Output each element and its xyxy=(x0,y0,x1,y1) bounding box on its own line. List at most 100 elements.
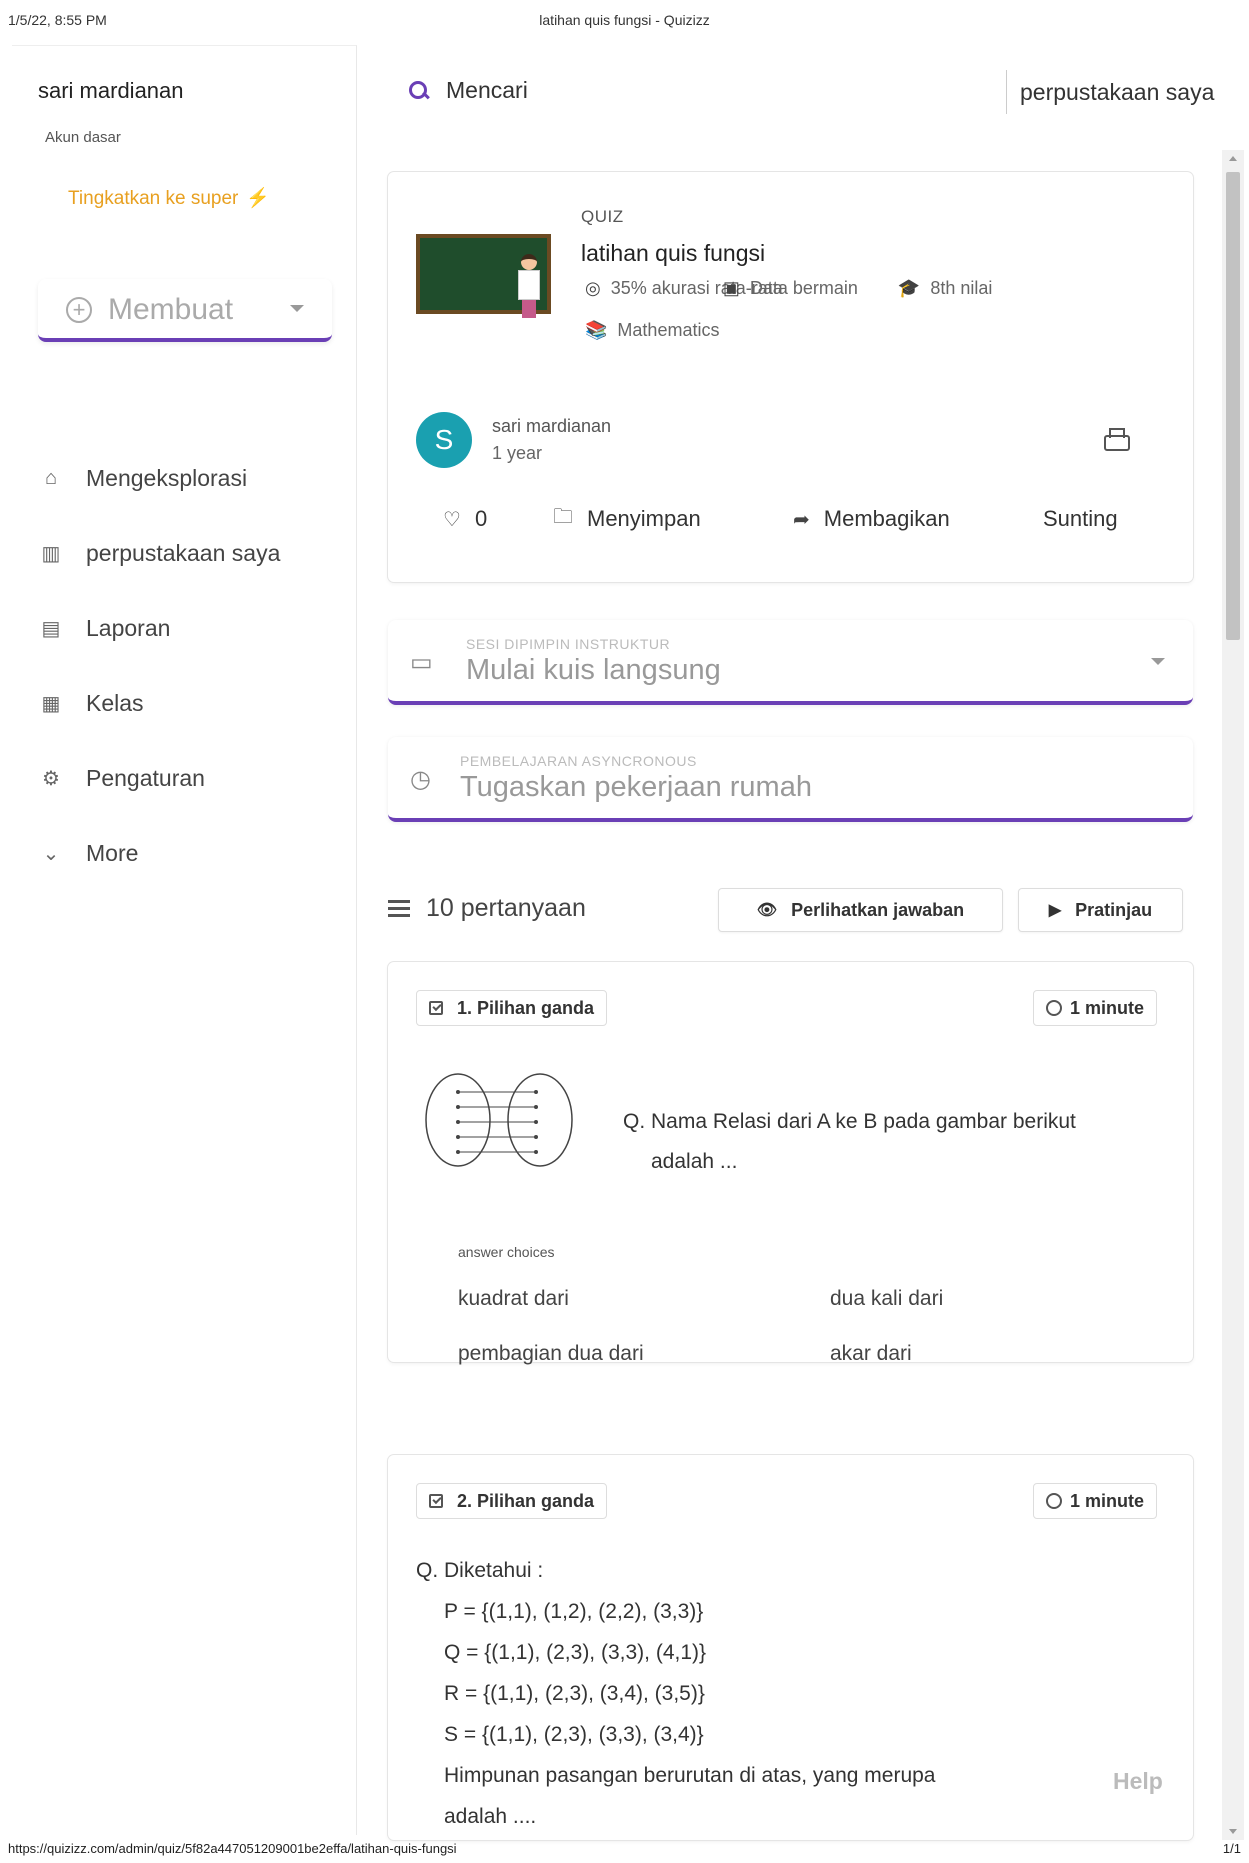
clock-icon: ◷ xyxy=(410,766,431,793)
quiz-meta-row: ◎ 35% akurasi rata-rata ▣ Data bermain 🎓… xyxy=(585,278,992,299)
edit-button[interactable]: Sunting xyxy=(1043,506,1118,532)
eye-icon: 👁 xyxy=(756,902,778,919)
search-button[interactable]: Mencari xyxy=(408,77,528,104)
sidebar-item-label: Pengaturan xyxy=(86,765,205,791)
timer-icon xyxy=(1045,1000,1062,1016)
question-text-line: Q = {(1,1), (2,3), (3,3), (4,1)} xyxy=(444,1641,707,1664)
grade-icon: 🎓 xyxy=(897,278,921,298)
folder-icon: 🗀 xyxy=(553,506,573,528)
target-icon: ◎ xyxy=(585,278,601,298)
sidebar-item-settings[interactable]: ⚙ Pengaturan xyxy=(38,741,338,816)
quiz-type-label: QUIZ xyxy=(581,207,624,226)
timer-icon xyxy=(1045,1493,1062,1509)
answer-choice: kuadrat dari xyxy=(458,1287,569,1310)
question-type-badge: 2. Pilihan ganda xyxy=(416,1483,608,1519)
author-time: 1 year xyxy=(492,443,543,463)
like-button[interactable]: ♡ 0 xyxy=(443,506,553,532)
answer-choice: pembagian dua dari xyxy=(458,1342,644,1365)
main-content: QUIZ latihan quis fungsi ◎ 35% akurasi r… xyxy=(358,140,1218,1840)
scrollbar-thumb[interactable] xyxy=(1226,172,1240,640)
sidebar-item-label: Kelas xyxy=(86,690,144,716)
answer-choice: akar dari xyxy=(830,1342,912,1365)
question-text-line: S = {(1,1), (2,3), (3,3), (3,4)} xyxy=(444,1723,704,1746)
quiz-actions: ♡ 0 🗀 Menyimpan ➦ Membagikan Sunting xyxy=(443,502,1143,536)
upgrade-link[interactable]: Tingkatkan ke super ⚡ xyxy=(68,186,270,210)
caret-down-icon[interactable] xyxy=(1151,658,1165,665)
edit-label: Sunting xyxy=(1043,506,1118,531)
share-label: Membagikan xyxy=(823,506,950,531)
sidebar-item-more[interactable]: ⌄ More xyxy=(38,816,338,891)
answer-choice: dua kali dari xyxy=(830,1287,944,1310)
books-icon: 📚 xyxy=(585,320,608,340)
sidebar-item-label: Mengeksplorasi xyxy=(86,465,248,491)
author-name[interactable]: sari mardianan xyxy=(492,416,611,437)
checkbox-icon xyxy=(429,1001,443,1015)
homework-title: Tugaskan pekerjaan rumah xyxy=(460,771,812,803)
question-time-label: 1 minute xyxy=(1069,997,1144,1018)
print-title: latihan quis fungsi - Quizizz xyxy=(539,12,710,28)
quiz-thumbnail xyxy=(416,234,556,334)
sidebar-item-label: perpustakaan saya xyxy=(86,540,281,566)
question-card-2: 2. Pilihan ganda 1 minute Q. Diketahui :… xyxy=(388,1455,1193,1840)
chevron-down-icon: ⌄ xyxy=(42,843,60,865)
sidebar-item-classes[interactable]: ▦ Kelas xyxy=(38,666,338,741)
question-count-label: 10 pertanyaan xyxy=(426,894,586,922)
play-icon: ▣ xyxy=(722,278,740,298)
like-count: 0 xyxy=(474,506,488,531)
divider xyxy=(1006,70,1007,114)
author-block: S sari mardianan 1 year xyxy=(416,412,611,468)
question-type-label: 1. Pilihan ganda xyxy=(457,997,595,1018)
scroll-down-icon[interactable] xyxy=(1229,1829,1237,1834)
create-button[interactable]: + Membuat xyxy=(38,279,332,342)
user-name[interactable]: sari mardianan xyxy=(38,78,184,104)
sidebar-item-explore[interactable]: ⌂ Mengeksplorasi xyxy=(38,441,338,516)
upgrade-label: Tingkatkan ke super xyxy=(68,188,239,209)
library-icon: ▥ xyxy=(41,543,61,565)
reports-icon: ▤ xyxy=(41,618,61,640)
checkbox-icon xyxy=(429,1494,443,1508)
sidebar-item-reports[interactable]: ▤ Laporan xyxy=(38,591,338,666)
question-text-line: Himpunan pasangan berurutan di atas, yan… xyxy=(444,1764,936,1787)
teacher-image xyxy=(514,254,544,324)
question-text-line: P = {(1,1), (1,2), (2,2), (3,3)} xyxy=(444,1600,704,1623)
quiz-title: latihan quis fungsi xyxy=(581,240,766,266)
question-time-badge: 1 minute xyxy=(1032,990,1157,1026)
scrollbar[interactable] xyxy=(1222,150,1244,1840)
print-header: 1/5/22, 8:55 PM latihan quis fungsi - Qu… xyxy=(8,12,1241,32)
questions-header: 10 pertanyaan 👁 Perlihatkan jawaban ▶ Pr… xyxy=(388,888,1193,933)
presentation-icon: ▭ xyxy=(410,649,433,676)
sidebar-item-library[interactable]: ▥ perpustakaan saya xyxy=(38,516,338,591)
print-icon[interactable] xyxy=(1104,428,1130,451)
question-time-label: 1 minute xyxy=(1069,1490,1144,1511)
sidebar: sari mardianan Akun dasar Tingkatkan ke … xyxy=(12,45,357,1835)
quiz-info-card: QUIZ latihan quis fungsi ◎ 35% akurasi r… xyxy=(388,172,1193,582)
library-link[interactable]: perpustakaan saya xyxy=(1020,79,1214,106)
scroll-up-icon[interactable] xyxy=(1229,156,1237,161)
heart-icon: ♡ xyxy=(443,508,461,531)
show-answers-label: Perlihatkan jawaban xyxy=(791,899,965,920)
homework-button[interactable]: ◷ PEMBELAJARAN ASYNCRONOUS Tugaskan peke… xyxy=(388,737,1193,822)
question-count: 10 pertanyaan xyxy=(388,894,586,923)
topbar: Mencari perpustakaan saya xyxy=(358,55,1249,130)
question-time-badge: 1 minute xyxy=(1032,1483,1157,1519)
show-answers-button[interactable]: 👁 Perlihatkan jawaban xyxy=(718,888,1003,932)
question-text: Q. Diketahui : P = {(1,1), (1,2), (2,2),… xyxy=(416,1550,936,1837)
relation-diagram-image xyxy=(425,1073,573,1167)
help-button[interactable]: Help xyxy=(1113,1768,1163,1795)
question-type-badge: 1. Pilihan ganda xyxy=(416,990,608,1026)
question-type-label: 2. Pilihan ganda xyxy=(457,1490,595,1511)
bolt-icon: ⚡ xyxy=(246,188,271,209)
homework-label: PEMBELAJARAN ASYNCRONOUS xyxy=(460,753,697,769)
share-icon: ➦ xyxy=(793,508,810,531)
question-text: Q. Nama Relasi dari A ke B pada gambar b… xyxy=(623,1102,1163,1182)
save-label: Menyimpan xyxy=(587,506,701,531)
print-url: https://quizizz.com/admin/quiz/5f82a4470… xyxy=(8,1841,457,1856)
save-button[interactable]: 🗀 Menyimpan xyxy=(553,502,793,536)
live-session-title: Mulai kuis langsung xyxy=(466,654,721,686)
account-type: Akun dasar xyxy=(45,129,121,146)
avatar[interactable]: S xyxy=(416,412,472,468)
live-quiz-button[interactable]: ▭ SESI DIPIMPIN INSTRUKTUR Mulai kuis la… xyxy=(388,620,1193,705)
share-button[interactable]: ➦ Membagikan xyxy=(793,506,1043,532)
create-label: Membuat xyxy=(108,293,234,326)
preview-button[interactable]: ▶ Pratinjau xyxy=(1018,888,1183,932)
